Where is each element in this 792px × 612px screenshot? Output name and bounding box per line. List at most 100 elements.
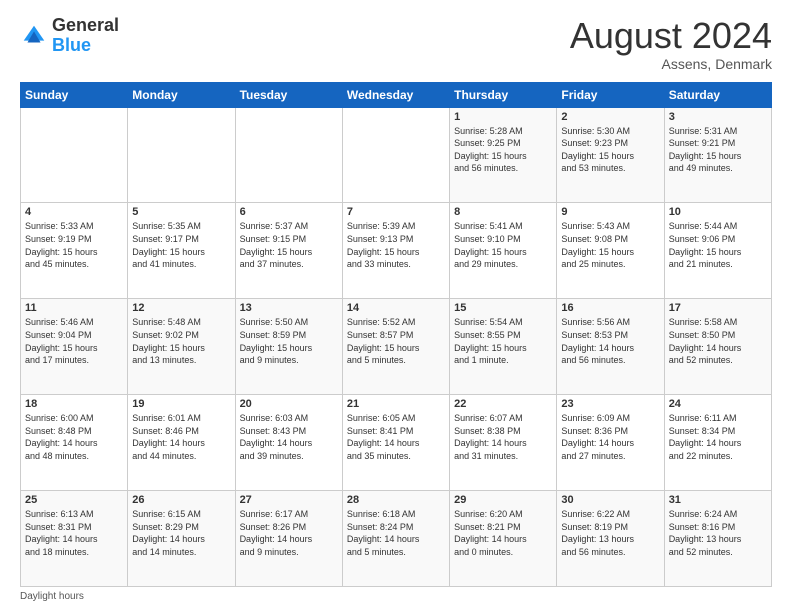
calendar-cell: 1 Sunrise: 5:28 AM Sunset: 9:25 PM Daylig… [450,107,557,203]
calendar-cell: 22Sunrise: 6:07 AM Sunset: 8:38 PM Dayli… [450,395,557,491]
calendar-cell: 27 Sunrise: 6:17 AM Sunset: 8:26 PM Dayli… [235,491,342,587]
day-info: Sunrise: 5:37 AM Sunset: 9:15 PM Dayligh… [240,220,338,270]
day-number: 18 [25,398,123,410]
calendar-cell: 8 Sunrise: 5:41 AM Sunset: 9:10 PM Daylig… [450,203,557,299]
calendar-cell: 21 Sunrise: 6:05 AM Sunset: 8:41 PM Dayli… [342,395,449,491]
day-number: 24 [669,398,767,410]
calendar-day-header: Sunday [21,82,128,107]
calendar-cell: 5Sunrise: 5:35 AM Sunset: 9:17 PM Daylig… [128,203,235,299]
day-info: Sunrise: 6:20 AM Sunset: 8:21 PM Dayligh… [454,508,552,558]
calendar-cell: 26Sunrise: 6:15 AM Sunset: 8:29 PM Dayli… [128,491,235,587]
day-info: Sunrise: 6:03 AM Sunset: 8:43 PM Dayligh… [240,412,338,462]
day-number: 19 [132,398,230,410]
day-number: 12 [132,302,230,314]
calendar-day-header: Saturday [664,82,771,107]
day-number: 16 [561,302,659,314]
day-info: Sunrise: 6:00 AM Sunset: 8:48 PM Dayligh… [25,412,123,462]
calendar-day-header: Friday [557,82,664,107]
calendar-cell: 25 Sunrise: 6:13 AM Sunset: 8:31 PM Dayli… [21,491,128,587]
day-info: Sunrise: 6:01 AM Sunset: 8:46 PM Dayligh… [132,412,230,462]
day-number: 17 [669,302,767,314]
calendar-cell: 11 Sunrise: 5:46 AM Sunset: 9:04 PM Dayli… [21,299,128,395]
day-info: Sunrise: 5:31 AM Sunset: 9:21 PM Dayligh… [669,125,767,175]
day-number: 25 [25,494,123,506]
day-info: Sunrise: 5:54 AM Sunset: 8:55 PM Dayligh… [454,316,552,366]
day-number: 2 [561,111,659,123]
calendar-cell: 31Sunrise: 6:24 AM Sunset: 8:16 PM Dayli… [664,491,771,587]
calendar-week-row: 11 Sunrise: 5:46 AM Sunset: 9:04 PM Dayli… [21,299,772,395]
day-number: 3 [669,111,767,123]
logo-icon [20,22,48,50]
calendar-cell: 30 Sunrise: 6:22 AM Sunset: 8:19 PM Dayli… [557,491,664,587]
day-info: Sunrise: 5:58 AM Sunset: 8:50 PM Dayligh… [669,316,767,366]
logo-general: General [52,15,119,35]
logo-blue: Blue [52,35,91,55]
day-info: Sunrise: 6:11 AM Sunset: 8:34 PM Dayligh… [669,412,767,462]
calendar-header-row: SundayMondayTuesdayWednesdayThursdayFrid… [21,82,772,107]
calendar-cell [21,107,128,203]
day-info: Sunrise: 6:09 AM Sunset: 8:36 PM Dayligh… [561,412,659,462]
calendar-cell: 3 Sunrise: 5:31 AM Sunset: 9:21 PM Daylig… [664,107,771,203]
calendar-cell [235,107,342,203]
day-info: Sunrise: 5:33 AM Sunset: 9:19 PM Dayligh… [25,220,123,270]
calendar-cell: 29Sunrise: 6:20 AM Sunset: 8:21 PM Dayli… [450,491,557,587]
calendar-cell: 15Sunrise: 5:54 AM Sunset: 8:55 PM Dayli… [450,299,557,395]
day-info: Sunrise: 5:30 AM Sunset: 9:23 PM Dayligh… [561,125,659,175]
day-number: 5 [132,206,230,218]
page: General Blue August 2024 Assens, Denmark… [0,0,792,612]
calendar-cell: 12 Sunrise: 5:48 AM Sunset: 9:02 PM Dayli… [128,299,235,395]
location: Assens, Denmark [570,56,772,72]
calendar-cell: 20Sunrise: 6:03 AM Sunset: 8:43 PM Dayli… [235,395,342,491]
calendar-cell: 19 Sunrise: 6:01 AM Sunset: 8:46 PM Dayli… [128,395,235,491]
day-number: 22 [454,398,552,410]
day-info: Sunrise: 6:05 AM Sunset: 8:41 PM Dayligh… [347,412,445,462]
day-number: 8 [454,206,552,218]
calendar-week-row: 4 Sunrise: 5:33 AM Sunset: 9:19 PM Daylig… [21,203,772,299]
day-number: 7 [347,206,445,218]
header: General Blue August 2024 Assens, Denmark [20,16,772,72]
day-info: Sunrise: 5:28 AM Sunset: 9:25 PM Dayligh… [454,125,552,175]
calendar-cell: 18 Sunrise: 6:00 AM Sunset: 8:48 PM Dayli… [21,395,128,491]
footer-note: Daylight hours [20,591,772,602]
calendar-cell: 7 Sunrise: 5:39 AM Sunset: 9:13 PM Daylig… [342,203,449,299]
calendar-day-header: Tuesday [235,82,342,107]
day-number: 14 [347,302,445,314]
day-info: Sunrise: 6:17 AM Sunset: 8:26 PM Dayligh… [240,508,338,558]
day-number: 1 [454,111,552,123]
month-title: August 2024 [570,16,772,56]
calendar-cell: 9Sunrise: 5:43 AM Sunset: 9:08 PM Daylig… [557,203,664,299]
day-info: Sunrise: 5:48 AM Sunset: 9:02 PM Dayligh… [132,316,230,366]
day-number: 26 [132,494,230,506]
calendar-cell: 2 Sunrise: 5:30 AM Sunset: 9:23 PM Daylig… [557,107,664,203]
day-number: 11 [25,302,123,314]
day-info: Sunrise: 6:13 AM Sunset: 8:31 PM Dayligh… [25,508,123,558]
calendar-cell: 24 Sunrise: 6:11 AM Sunset: 8:34 PM Dayli… [664,395,771,491]
day-number: 30 [561,494,659,506]
day-info: Sunrise: 6:18 AM Sunset: 8:24 PM Dayligh… [347,508,445,558]
calendar-cell [342,107,449,203]
calendar-week-row: 1 Sunrise: 5:28 AM Sunset: 9:25 PM Daylig… [21,107,772,203]
day-info: Sunrise: 6:24 AM Sunset: 8:16 PM Dayligh… [669,508,767,558]
day-number: 4 [25,206,123,218]
calendar-cell: 16 Sunrise: 5:56 AM Sunset: 8:53 PM Dayli… [557,299,664,395]
day-number: 28 [347,494,445,506]
day-number: 6 [240,206,338,218]
day-info: Sunrise: 5:43 AM Sunset: 9:08 PM Dayligh… [561,220,659,270]
day-info: Sunrise: 5:56 AM Sunset: 8:53 PM Dayligh… [561,316,659,366]
day-info: Sunrise: 5:39 AM Sunset: 9:13 PM Dayligh… [347,220,445,270]
day-number: 10 [669,206,767,218]
day-info: Sunrise: 6:22 AM Sunset: 8:19 PM Dayligh… [561,508,659,558]
calendar-table: SundayMondayTuesdayWednesdayThursdayFrid… [20,82,772,587]
calendar-cell: 14Sunrise: 5:52 AM Sunset: 8:57 PM Dayli… [342,299,449,395]
day-info: Sunrise: 5:46 AM Sunset: 9:04 PM Dayligh… [25,316,123,366]
calendar-cell: 4 Sunrise: 5:33 AM Sunset: 9:19 PM Daylig… [21,203,128,299]
calendar-week-row: 25 Sunrise: 6:13 AM Sunset: 8:31 PM Dayli… [21,491,772,587]
title-section: August 2024 Assens, Denmark [570,16,772,72]
day-number: 21 [347,398,445,410]
calendar-cell: 10 Sunrise: 5:44 AM Sunset: 9:06 PM Dayli… [664,203,771,299]
calendar-cell [128,107,235,203]
day-info: Sunrise: 5:44 AM Sunset: 9:06 PM Dayligh… [669,220,767,270]
day-info: Sunrise: 5:50 AM Sunset: 8:59 PM Dayligh… [240,316,338,366]
day-number: 27 [240,494,338,506]
day-info: Sunrise: 5:41 AM Sunset: 9:10 PM Dayligh… [454,220,552,270]
